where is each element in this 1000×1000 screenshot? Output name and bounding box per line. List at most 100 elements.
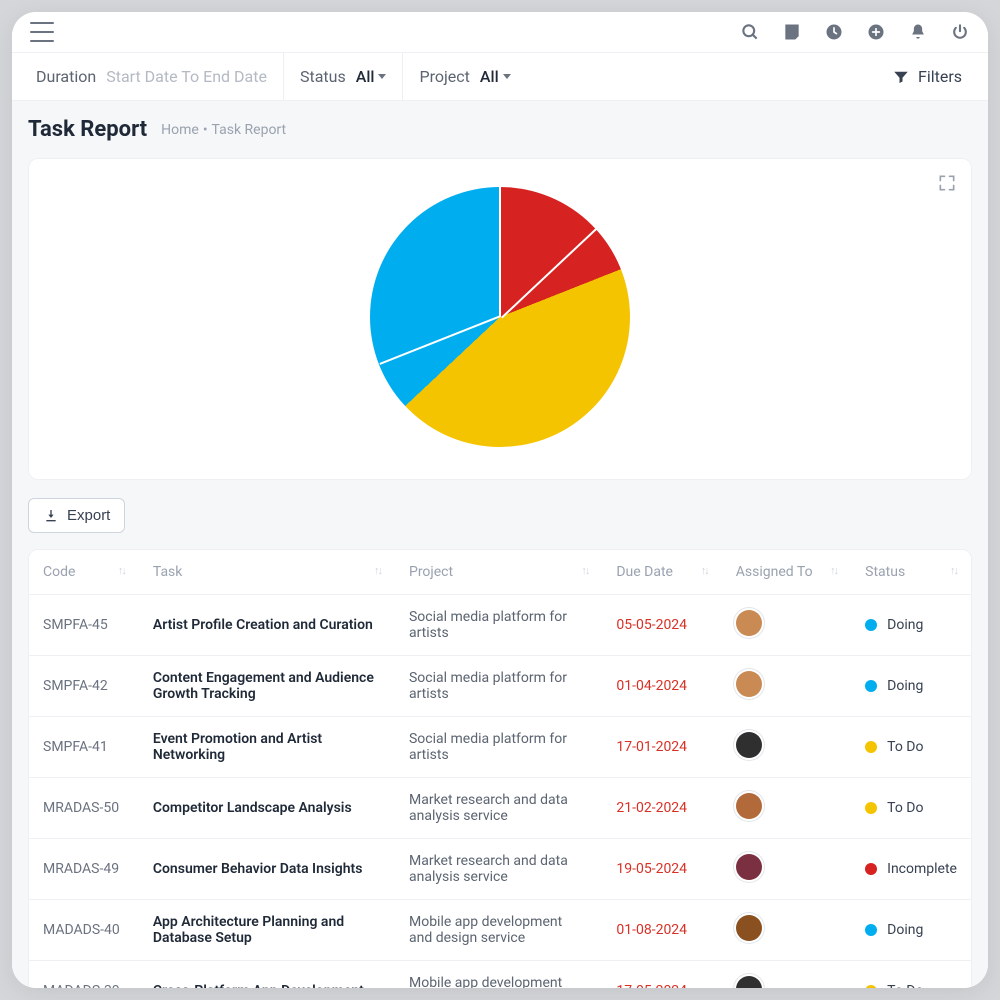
power-icon[interactable] <box>950 22 970 42</box>
cell-assigned <box>722 900 851 961</box>
cell-status: To Do <box>851 717 971 778</box>
cell-project: Market research and data analysis servic… <box>395 778 602 839</box>
menu-icon[interactable] <box>30 22 54 42</box>
cell-status: To Do <box>851 778 971 839</box>
task-table: Code↑↓Task↑↓Project↑↓Due Date↑↓Assigned … <box>28 549 972 988</box>
cell-due-date: 17-05-2024 <box>602 961 721 989</box>
topbar <box>12 12 988 53</box>
cell-code: SMPFA-45 <box>29 595 139 656</box>
duration-placeholder: Start Date To End Date <box>106 67 267 86</box>
status-dot <box>865 802 877 814</box>
status-value: All <box>356 67 375 86</box>
cell-code: SMPFA-41 <box>29 717 139 778</box>
chevron-down-icon <box>378 74 386 79</box>
cell-project: Social media platform for artists <box>395 717 602 778</box>
cell-assigned <box>722 778 851 839</box>
status-label: Incomplete <box>887 861 957 877</box>
export-icon <box>43 508 59 524</box>
cell-status: Doing <box>851 656 971 717</box>
add-circle-icon[interactable] <box>866 22 886 42</box>
project-filter[interactable]: Project All <box>402 53 526 100</box>
cell-code: MADADS-40 <box>29 900 139 961</box>
filters-button-label: Filters <box>918 67 962 86</box>
status-label: To Do <box>887 983 923 988</box>
cell-code: SMPFA-42 <box>29 656 139 717</box>
status-label: To Do <box>887 800 923 816</box>
cell-due-date: 19-05-2024 <box>602 839 721 900</box>
cell-project: Mobile app development and design servic… <box>395 900 602 961</box>
status-label: Status <box>300 67 346 86</box>
cell-assigned <box>722 595 851 656</box>
topbar-icons <box>740 22 970 42</box>
status-label: To Do <box>887 739 923 755</box>
title-row: Task Report Home•Task Report <box>28 117 972 142</box>
chevron-down-icon <box>503 74 511 79</box>
status-dot <box>865 985 877 988</box>
avatar <box>736 976 762 988</box>
avatar <box>736 793 762 819</box>
export-label: Export <box>67 507 110 524</box>
table-row[interactable]: SMPFA-42Content Engagement and Audience … <box>29 656 971 717</box>
project-label: Project <box>419 67 469 86</box>
duration-filter[interactable]: Duration Start Date To End Date <box>20 53 283 100</box>
filter-bar: Duration Start Date To End Date Status A… <box>12 53 988 101</box>
col-code[interactable]: Code↑↓ <box>29 550 139 595</box>
cell-code: MRADAS-49 <box>29 839 139 900</box>
cell-project: Social media platform for artists <box>395 656 602 717</box>
duration-label: Duration <box>36 67 96 86</box>
cell-task: Artist Profile Creation and Curation <box>139 595 395 656</box>
col-project[interactable]: Project↑↓ <box>395 550 602 595</box>
cell-project: Market research and data analysis servic… <box>395 839 602 900</box>
avatar <box>736 915 762 941</box>
breadcrumb-home[interactable]: Home <box>161 122 199 138</box>
col-task[interactable]: Task↑↓ <box>139 550 395 595</box>
cell-task: Event Promotion and Artist Networking <box>139 717 395 778</box>
app-frame: Duration Start Date To End Date Status A… <box>12 12 988 988</box>
cell-status: To Do <box>851 961 971 989</box>
status-dot <box>865 680 877 692</box>
status-dot <box>865 619 877 631</box>
status-label: Doing <box>887 678 923 694</box>
body: Task Report Home•Task Report Export Code… <box>12 101 988 988</box>
search-icon[interactable] <box>740 22 760 42</box>
project-value: All <box>480 67 499 86</box>
col-status[interactable]: Status↑↓ <box>851 550 971 595</box>
expand-icon[interactable] <box>937 173 957 193</box>
status-filter[interactable]: Status All <box>283 53 403 100</box>
cell-status: Doing <box>851 900 971 961</box>
table-row[interactable]: MADADS-40App Architecture Planning and D… <box>29 900 971 961</box>
chart-card <box>28 158 972 480</box>
avatar <box>736 671 762 697</box>
col-assigned-to[interactable]: Assigned To↑↓ <box>722 550 851 595</box>
cell-project: Mobile app development and design servic… <box>395 961 602 989</box>
cell-task: Competitor Landscape Analysis <box>139 778 395 839</box>
page-title: Task Report <box>28 117 147 142</box>
table-row[interactable]: SMPFA-45Artist Profile Creation and Cura… <box>29 595 971 656</box>
breadcrumb: Home•Task Report <box>161 122 286 138</box>
export-button[interactable]: Export <box>28 498 125 533</box>
cell-assigned <box>722 717 851 778</box>
cell-assigned <box>722 656 851 717</box>
col-due-date[interactable]: Due Date↑↓ <box>602 550 721 595</box>
cell-status: Doing <box>851 595 971 656</box>
note-icon[interactable] <box>782 22 802 42</box>
cell-due-date: 01-08-2024 <box>602 900 721 961</box>
clock-icon[interactable] <box>824 22 844 42</box>
bell-icon[interactable] <box>908 22 928 42</box>
status-dot <box>865 924 877 936</box>
avatar <box>736 732 762 758</box>
table-row[interactable]: MRADAS-49Consumer Behavior Data Insights… <box>29 839 971 900</box>
table-row[interactable]: MADADS-39Cross-Platform App DevelopmentM… <box>29 961 971 989</box>
status-label: Doing <box>887 922 923 938</box>
cell-code: MRADAS-50 <box>29 778 139 839</box>
cell-status: Incomplete <box>851 839 971 900</box>
cell-due-date: 05-05-2024 <box>602 595 721 656</box>
funnel-icon <box>892 68 910 86</box>
pie-chart <box>370 187 630 447</box>
avatar <box>736 610 762 636</box>
cell-project: Social media platform for artists <box>395 595 602 656</box>
filters-button[interactable]: Filters <box>874 53 980 100</box>
table-row[interactable]: SMPFA-41Event Promotion and Artist Netwo… <box>29 717 971 778</box>
table-row[interactable]: MRADAS-50Competitor Landscape AnalysisMa… <box>29 778 971 839</box>
status-dot <box>865 863 877 875</box>
